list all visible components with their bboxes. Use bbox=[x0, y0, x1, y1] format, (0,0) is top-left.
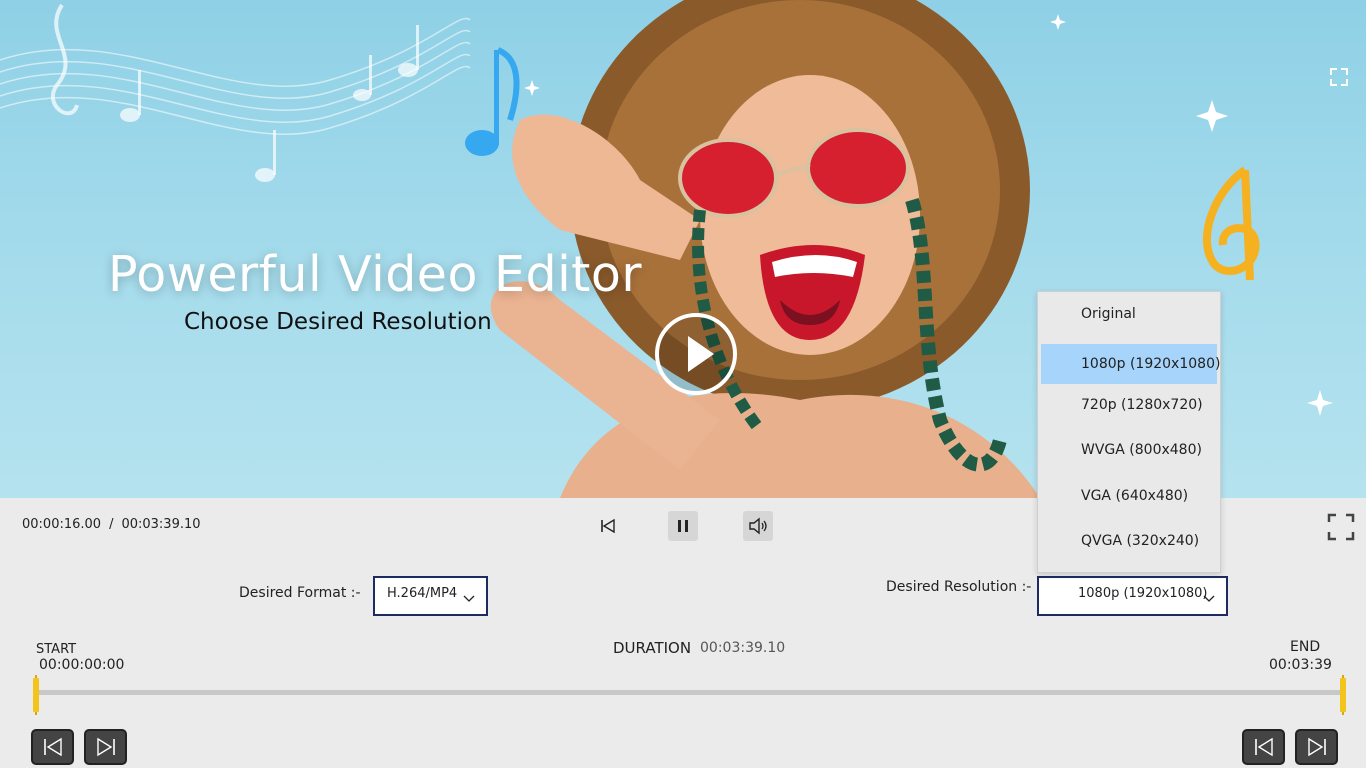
promo-headline: Powerful Video Editor bbox=[108, 246, 643, 303]
resolution-option[interactable]: VGA (640x480) bbox=[1041, 476, 1217, 516]
promo-subheadline: Choose Desired Resolution bbox=[184, 309, 492, 335]
start-step-back-button[interactable] bbox=[31, 729, 74, 765]
end-step-forward-button[interactable] bbox=[1295, 729, 1338, 765]
end-time: 00:03:39 bbox=[1269, 657, 1332, 673]
format-label: Desired Format :- bbox=[239, 585, 361, 601]
current-time: 00:00:16.00 bbox=[22, 517, 102, 532]
duration-value: 00:03:39.10 bbox=[700, 640, 786, 656]
option-label: WVGA (800x480) bbox=[1081, 442, 1202, 458]
music-staff-decoration bbox=[0, 17, 471, 135]
start-time: 00:00:00:00 bbox=[39, 657, 125, 673]
resolution-option[interactable]: WVGA (800x480) bbox=[1041, 430, 1217, 470]
resolution-dropdown-menu: Original 1080p (1920x1080) 720p (1280x72… bbox=[1037, 291, 1221, 573]
skip-to-start-button[interactable] bbox=[593, 511, 623, 541]
play-overlay-button[interactable] bbox=[655, 313, 737, 395]
trim-start-handle[interactable] bbox=[32, 675, 40, 715]
trim-end-handle[interactable] bbox=[1339, 675, 1347, 715]
resolution-select[interactable]: 1080p (1920x1080) bbox=[1037, 576, 1228, 616]
option-label: Original bbox=[1081, 306, 1136, 322]
video-editor-app: Powerful Video Editor Choose Desired Res… bbox=[0, 0, 1366, 768]
expand-icon[interactable] bbox=[1330, 68, 1348, 86]
step-forward-icon bbox=[1307, 737, 1326, 757]
option-label: QVGA (320x240) bbox=[1081, 533, 1200, 549]
step-back-icon bbox=[43, 737, 62, 757]
format-value: H.264/MP4 bbox=[387, 586, 458, 601]
trim-track[interactable] bbox=[36, 690, 1342, 695]
step-back-icon bbox=[1254, 737, 1273, 757]
resolution-option[interactable]: QVGA (320x240) bbox=[1041, 521, 1217, 561]
resolution-label: Desired Resolution :- bbox=[886, 579, 1032, 595]
resolution-option[interactable]: 1080p (1920x1080) bbox=[1041, 344, 1221, 384]
skip-back-icon bbox=[601, 518, 615, 534]
time-readout: 00:00:16.00 / 00:03:39.10 bbox=[22, 517, 201, 532]
chevron-down-icon bbox=[463, 595, 475, 602]
pause-button[interactable] bbox=[668, 511, 698, 541]
chevron-down-icon bbox=[1203, 595, 1215, 602]
resolution-option[interactable]: 720p (1280x720) bbox=[1041, 385, 1217, 425]
gold-clef-decoration bbox=[1203, 166, 1260, 281]
option-label: 720p (1280x720) bbox=[1081, 397, 1203, 413]
resolution-value: 1080p (1920x1080) bbox=[1078, 586, 1208, 601]
option-label: 1080p (1920x1080) bbox=[1081, 356, 1221, 372]
start-step-forward-button[interactable] bbox=[84, 729, 127, 765]
option-label: VGA (640x480) bbox=[1081, 488, 1189, 504]
total-time: 00:03:39.10 bbox=[121, 517, 201, 532]
time-separator: / bbox=[109, 517, 114, 532]
blue-note-decoration bbox=[465, 47, 520, 156]
resolution-option[interactable]: Original bbox=[1041, 294, 1217, 334]
fullscreen-icon[interactable] bbox=[1327, 513, 1355, 541]
end-step-back-button[interactable] bbox=[1242, 729, 1285, 765]
volume-icon bbox=[749, 517, 767, 535]
pause-icon bbox=[678, 520, 688, 532]
step-forward-icon bbox=[96, 737, 115, 757]
end-label: END bbox=[1290, 639, 1321, 655]
volume-button[interactable] bbox=[743, 511, 773, 541]
duration-label: DURATION bbox=[613, 639, 692, 657]
format-select[interactable]: H.264/MP4 bbox=[373, 576, 488, 616]
start-label: START bbox=[36, 642, 77, 657]
